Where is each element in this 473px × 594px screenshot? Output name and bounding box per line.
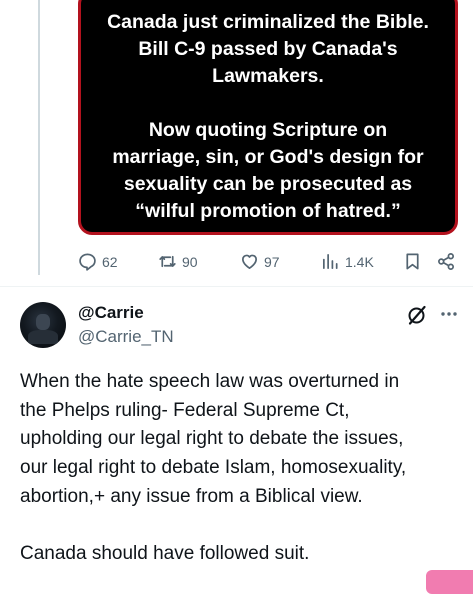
image-text-line: Bill C-9 passed by Canada's bbox=[138, 38, 398, 60]
bookmark-icon bbox=[406, 253, 419, 270]
image-text-line: marriage, sin, or God's design for bbox=[112, 146, 424, 168]
like-count: 97 bbox=[264, 253, 280, 270]
share-icon bbox=[438, 253, 455, 270]
avatar[interactable] bbox=[20, 302, 66, 348]
display-name[interactable]: @Carrie bbox=[78, 303, 144, 323]
reply-count: 62 bbox=[102, 253, 118, 270]
image-text-line: Canada just criminalized the Bible. bbox=[107, 11, 429, 33]
user-handle[interactable]: @Carrie_TN bbox=[78, 327, 174, 347]
post-text-line: When the hate speech law was overturned … bbox=[20, 371, 400, 392]
views-button[interactable]: 1.4K bbox=[321, 252, 374, 271]
views-count: 1.4K bbox=[345, 253, 374, 270]
more-icon[interactable] bbox=[440, 309, 458, 319]
image-text-line: Lawmakers. bbox=[212, 65, 324, 87]
image-text-line: “wilful promotion of hatred.” bbox=[135, 200, 401, 222]
views-icon bbox=[322, 253, 338, 270]
grok-icon[interactable] bbox=[406, 304, 428, 326]
bookmark-button[interactable] bbox=[403, 252, 422, 271]
floating-action-button[interactable] bbox=[426, 570, 473, 594]
like-button[interactable]: 97 bbox=[240, 252, 280, 271]
post-action-bar: 62 90 97 1.4K bbox=[78, 252, 459, 276]
repost-count: 90 bbox=[182, 253, 198, 270]
post-text-line: the Phelps ruling- Federal Supreme Ct, bbox=[20, 399, 350, 421]
like-icon bbox=[241, 254, 258, 270]
post-text-line: Canada should have followed suit. bbox=[20, 543, 310, 565]
share-button[interactable] bbox=[437, 252, 456, 271]
repost-button[interactable]: 90 bbox=[158, 252, 198, 271]
thread-line bbox=[38, 0, 40, 275]
post-text-line: abortion,+ any issue from a Biblical vie… bbox=[20, 485, 363, 507]
post-text: When the hate speech law was overturned … bbox=[20, 368, 460, 569]
reply-button[interactable]: 62 bbox=[78, 252, 118, 271]
reply-icon bbox=[79, 253, 96, 271]
divider bbox=[0, 286, 473, 287]
image-text-line: Now quoting Scripture on bbox=[148, 119, 388, 141]
post-text-line: upholding our legal right to debate the … bbox=[20, 428, 404, 450]
post-image[interactable]: Canada just criminalized the Bible. Bill… bbox=[78, 0, 458, 235]
image-text-line: sexuality can be prosecuted as bbox=[123, 173, 413, 195]
post-text-line: our legal right to debate Islam, homosex… bbox=[20, 457, 407, 479]
repost-icon bbox=[159, 255, 176, 268]
